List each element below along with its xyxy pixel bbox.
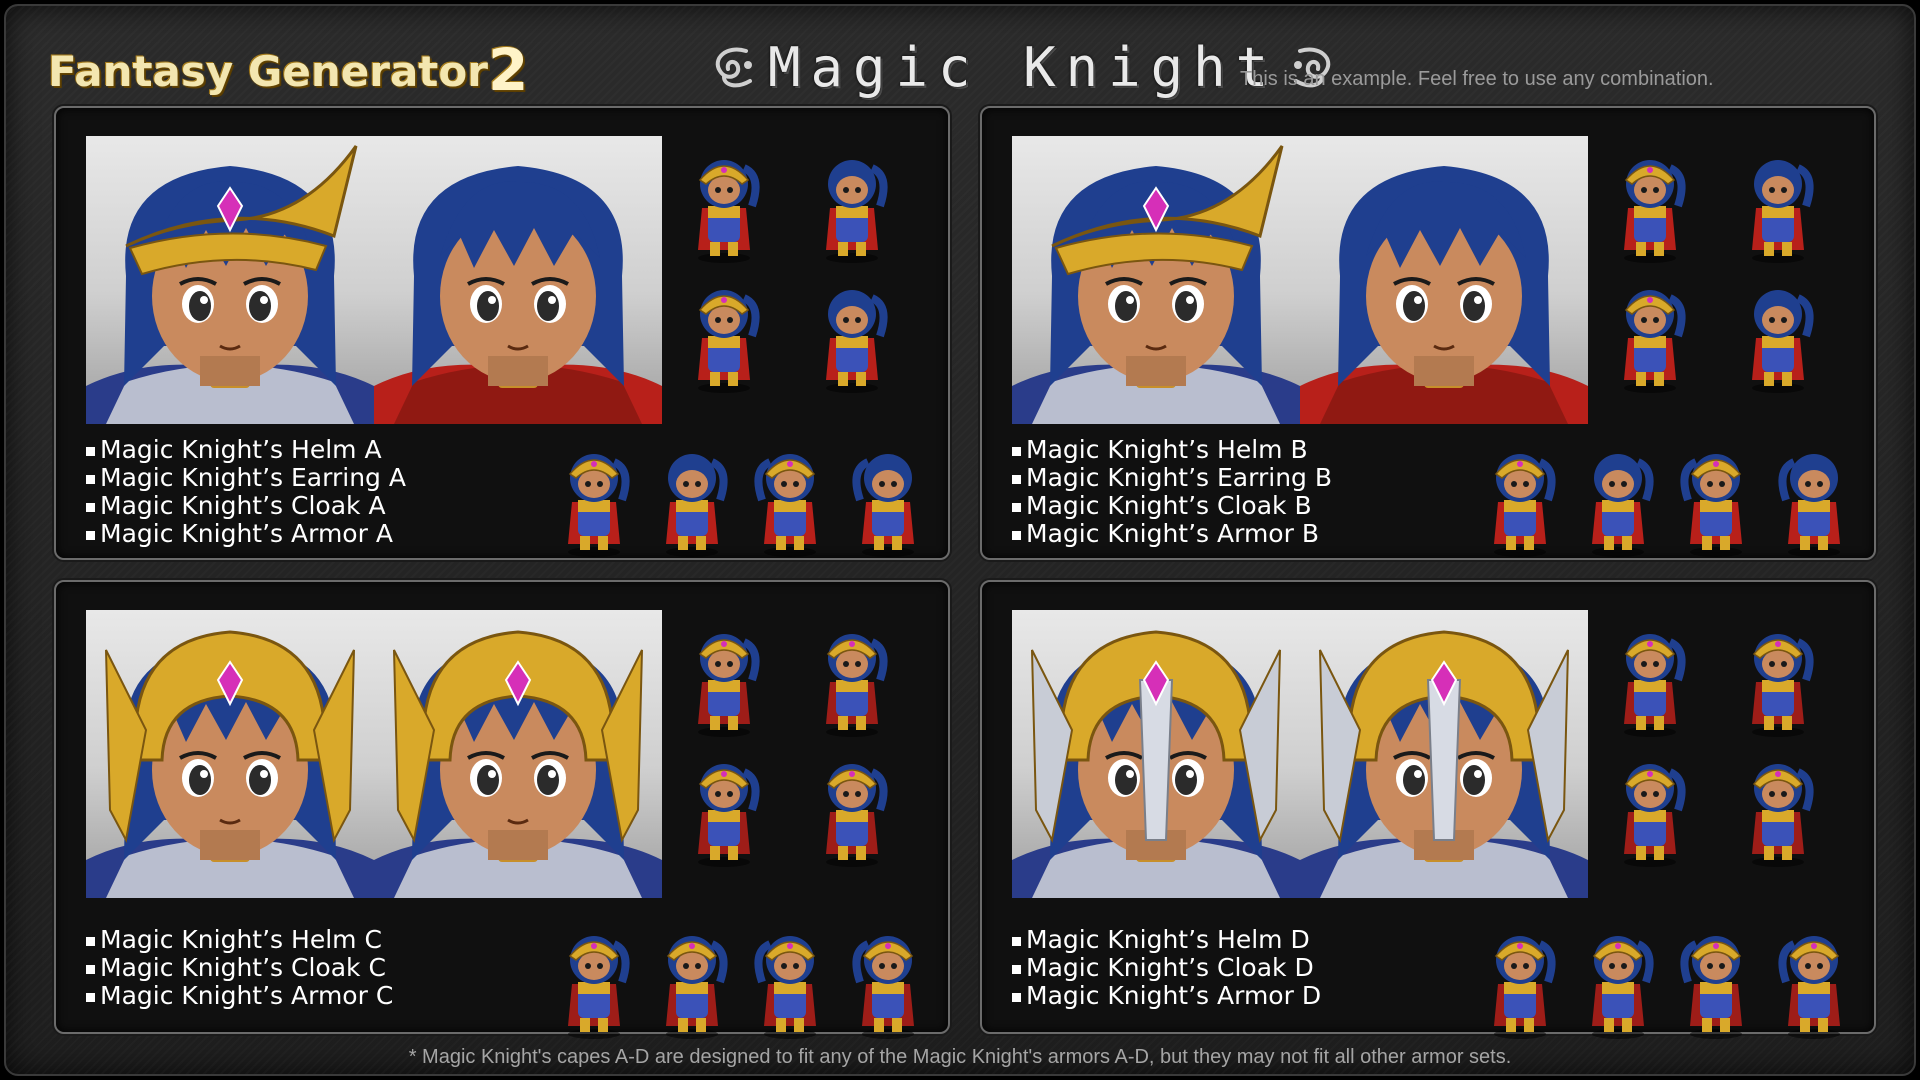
sprite-1 bbox=[1604, 146, 1696, 264]
sprite-6 bbox=[646, 922, 738, 1040]
sprite-8 bbox=[842, 922, 934, 1040]
sprite-6 bbox=[646, 440, 738, 558]
app-frame: Fantasy Generator2 Magic Knight This is … bbox=[4, 4, 1916, 1076]
sprite-6 bbox=[1572, 922, 1664, 1040]
portrait-no-helmet bbox=[1300, 136, 1588, 424]
sprite-4 bbox=[806, 750, 898, 868]
portrait-helmet bbox=[86, 136, 374, 424]
list-item: Magic Knight’s Helm C bbox=[84, 926, 393, 954]
portrait-helmet bbox=[86, 610, 374, 898]
footnote: * Magic Knight's capes A-D are designed … bbox=[408, 1046, 1512, 1068]
sprite-5 bbox=[1474, 922, 1566, 1040]
list-item: Magic Knight’s Armor A bbox=[84, 520, 406, 548]
sprite-8 bbox=[842, 440, 934, 558]
class-title-group: Magic Knight bbox=[706, 32, 1340, 102]
sprite-4 bbox=[1732, 276, 1824, 394]
sprite-2 bbox=[1732, 146, 1824, 264]
sprite-7 bbox=[744, 440, 836, 558]
app-title-text: Fantasy Generator bbox=[48, 47, 488, 96]
portrait-helmet bbox=[1012, 136, 1300, 424]
list-item: Magic Knight’s Helm D bbox=[1010, 926, 1321, 954]
app-title: Fantasy Generator2 bbox=[48, 36, 528, 104]
portrait-no-helmet bbox=[374, 136, 662, 424]
list-item: Magic Knight’s Cloak D bbox=[1010, 954, 1321, 982]
sprite-3 bbox=[678, 750, 770, 868]
portrait-helmet bbox=[1012, 610, 1300, 898]
list-item: Magic Knight’s Helm A bbox=[84, 436, 406, 464]
flourish-left-icon bbox=[715, 47, 752, 88]
list-item: Magic Knight’s Armor B bbox=[1010, 520, 1332, 548]
sprite-2 bbox=[806, 146, 898, 264]
list-item: Magic Knight’s Armor D bbox=[1010, 982, 1321, 1010]
sprite-1 bbox=[678, 620, 770, 738]
sprite-6 bbox=[1572, 440, 1664, 558]
list-item: Magic Knight’s Cloak B bbox=[1010, 492, 1332, 520]
list-item: Magic Knight’s Earring B bbox=[1010, 464, 1332, 492]
list-item: Magic Knight’s Earring A bbox=[84, 464, 406, 492]
sprite-7 bbox=[1670, 440, 1762, 558]
item-list: Magic Knight’s Helm C Magic Knight’s Clo… bbox=[84, 926, 393, 1010]
sprite-4 bbox=[1732, 750, 1824, 868]
sprite-2 bbox=[806, 620, 898, 738]
sprite-5 bbox=[1474, 440, 1566, 558]
list-item: Magic Knight’s Cloak A bbox=[84, 492, 406, 520]
app-title-number: 2 bbox=[487, 36, 529, 104]
portrait-helmet-cloak bbox=[374, 610, 662, 898]
list-item: Magic Knight’s Cloak C bbox=[84, 954, 393, 982]
panel-set-d: Magic Knight’s Helm D Magic Knight’s Clo… bbox=[980, 580, 1876, 1039]
item-list: Magic Knight’s Helm D Magic Knight’s Clo… bbox=[1010, 926, 1321, 1010]
sprite-1 bbox=[1604, 620, 1696, 738]
list-item: Magic Knight’s Helm B bbox=[1010, 436, 1332, 464]
sprite-5 bbox=[548, 922, 640, 1040]
sprite-7 bbox=[744, 922, 836, 1040]
sprite-8 bbox=[1768, 922, 1860, 1040]
item-list: Magic Knight’s Helm B Magic Knight’s Ear… bbox=[1010, 436, 1332, 548]
list-item: Magic Knight’s Armor C bbox=[84, 982, 393, 1010]
sprite-4 bbox=[806, 276, 898, 394]
class-title: Magic Knight bbox=[768, 35, 1279, 99]
item-list: Magic Knight’s Helm A Magic Knight’s Ear… bbox=[84, 436, 406, 548]
sprite-3 bbox=[1604, 276, 1696, 394]
panel-set-c: Magic Knight’s Helm C Magic Knight’s Clo… bbox=[54, 580, 950, 1039]
sprite-8 bbox=[1768, 440, 1860, 558]
sprite-3 bbox=[1604, 750, 1696, 868]
sprite-2 bbox=[1732, 620, 1824, 738]
sprite-3 bbox=[678, 276, 770, 394]
sprite-5 bbox=[548, 440, 640, 558]
sprite-7 bbox=[1670, 922, 1762, 1040]
portrait-helmet-cloak bbox=[1300, 610, 1588, 898]
subtitle: This is an example. Feel free to use any… bbox=[1240, 68, 1714, 90]
panel-set-b: Magic Knight’s Helm B Magic Knight’s Ear… bbox=[980, 106, 1876, 560]
panel-set-a: Magic Knight’s Helm A Magic Knight’s Ear… bbox=[54, 106, 950, 560]
sprite-1 bbox=[678, 146, 770, 264]
